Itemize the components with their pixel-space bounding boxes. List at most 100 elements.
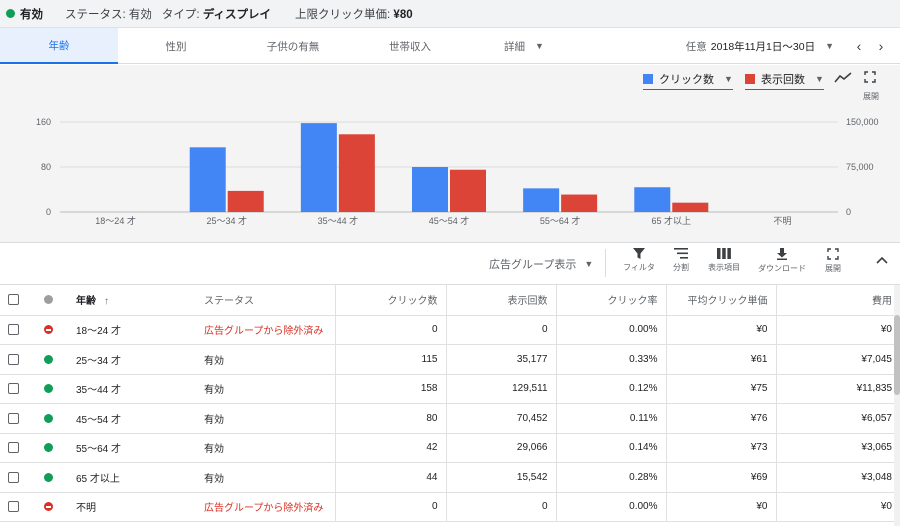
ctr-cell: 0.12% bbox=[555, 374, 666, 404]
row-status-dot-cell bbox=[36, 315, 68, 345]
enabled-status-icon[interactable] bbox=[44, 443, 53, 453]
row-checkbox[interactable] bbox=[8, 501, 19, 513]
next-period-icon[interactable]: › bbox=[870, 38, 892, 54]
download-button[interactable]: ダウンロード bbox=[757, 248, 807, 274]
clicks-cell: 0 bbox=[334, 492, 446, 522]
y-left-tick-label: 80 bbox=[41, 162, 51, 172]
impressions-cell: 15,542 bbox=[445, 462, 556, 493]
cost-cell: ¥11,835 bbox=[775, 374, 900, 404]
row-checkbox[interactable] bbox=[8, 412, 19, 424]
max-cpc-info: 上限クリック単価: ¥80 bbox=[295, 8, 413, 21]
table-row[interactable]: 不明 広告グループから除外済み 0 0 0.00% ¥0 ¥0 bbox=[0, 492, 900, 522]
date-range-label: 任意 bbox=[685, 40, 707, 53]
age-cell: 55～64 才 bbox=[68, 433, 196, 463]
enabled-status-dot bbox=[6, 9, 15, 18]
table-row[interactable]: 45～54 才有効 80 70,452 0.11% ¥76 ¥6,057 bbox=[0, 403, 900, 434]
x-tick-label: 25～34 才 bbox=[206, 215, 247, 226]
row-status-dot-cell bbox=[36, 403, 68, 434]
excluded-status-icon[interactable] bbox=[44, 325, 53, 335]
age-cell: 25～34 才 bbox=[68, 344, 196, 375]
clicks-column-header[interactable]: クリック数 bbox=[334, 285, 446, 316]
excluded-status-icon[interactable] bbox=[44, 502, 53, 512]
enabled-status-icon[interactable] bbox=[44, 472, 53, 482]
row-select-cell bbox=[0, 344, 36, 375]
select-all-cell bbox=[0, 285, 36, 316]
status-cell: 有効 bbox=[196, 403, 335, 434]
enabled-status-icon[interactable] bbox=[44, 413, 53, 423]
segment-icon bbox=[674, 248, 688, 259]
status-column-header[interactable]: ステータス bbox=[196, 285, 335, 316]
impressions-cell: 129,511 bbox=[445, 374, 556, 404]
table-row[interactable]: 55～64 才有効 42 29,066 0.14% ¥73 ¥3,065 bbox=[0, 433, 900, 463]
expand-icon bbox=[827, 248, 839, 260]
row-select-cell bbox=[0, 315, 36, 345]
cost-cell: ¥7,045 bbox=[775, 344, 900, 375]
row-checkbox[interactable] bbox=[8, 324, 19, 336]
age-cell: 35～44 才 bbox=[68, 374, 196, 404]
chevron-down-icon: ▼ bbox=[584, 259, 594, 269]
row-select-cell bbox=[0, 403, 36, 434]
expand-table-button[interactable]: 展開 bbox=[808, 248, 858, 274]
table-header-row: 年齢 ↑ ステータス クリック数 表示回数 クリック率 平均クリック単価 費用 bbox=[0, 285, 900, 316]
table-row[interactable]: 35～44 才有効 158 129,511 0.12% ¥75 ¥11,835 bbox=[0, 374, 900, 404]
avg-cpc-cell: ¥73 bbox=[665, 433, 776, 463]
download-icon bbox=[777, 248, 787, 260]
view-selector[interactable]: 広告グループ表示 ▼ bbox=[489, 256, 593, 272]
tab-household-income[interactable]: 世帯収入 bbox=[352, 28, 468, 64]
cost-cell: ¥6,057 bbox=[775, 403, 900, 434]
age-bar-chart: 0 80 160 0 75,000 150,000 18～24 才 25～34 才 35～44 … bbox=[36, 117, 879, 226]
enabled-status-icon[interactable] bbox=[44, 384, 53, 394]
cost-column-header[interactable]: 費用 bbox=[775, 285, 900, 316]
tab-parental-status[interactable]: 子供の有無 bbox=[234, 28, 352, 64]
avg-cpc-cell: ¥75 bbox=[665, 374, 776, 404]
status-cell: 有効 bbox=[196, 433, 335, 463]
avg-cpc-cell: ¥76 bbox=[665, 403, 776, 434]
row-checkbox[interactable] bbox=[8, 471, 19, 483]
clicks-bar bbox=[412, 167, 448, 212]
impressions-column-header[interactable]: 表示回数 bbox=[445, 285, 556, 316]
row-checkbox[interactable] bbox=[8, 383, 19, 395]
chevron-up-icon[interactable] bbox=[876, 256, 888, 264]
impressions-bar bbox=[672, 202, 709, 212]
clicks-cell: 42 bbox=[334, 433, 446, 463]
ctr-cell: 0.00% bbox=[555, 315, 666, 345]
tab-gender[interactable]: 性別 bbox=[118, 28, 234, 64]
x-tick-label: 不明 bbox=[773, 216, 791, 226]
row-checkbox[interactable] bbox=[8, 353, 19, 365]
toolbar-divider bbox=[605, 249, 606, 277]
date-range-value[interactable]: 2018年11月1日～30日 bbox=[711, 39, 815, 54]
avg-cpc-cell: ¥61 bbox=[665, 344, 776, 375]
table-row[interactable]: 25～34 才有効 115 35,177 0.33% ¥61 ¥7,045 bbox=[0, 344, 900, 375]
tab-age[interactable]: 年齢 bbox=[0, 28, 118, 64]
previous-period-icon[interactable]: ‹ bbox=[848, 38, 870, 54]
enabled-status-icon[interactable] bbox=[44, 354, 53, 364]
select-all-checkbox[interactable] bbox=[8, 294, 19, 306]
tab-more[interactable]: 詳細 ▼ bbox=[468, 28, 580, 64]
row-select-cell bbox=[0, 374, 36, 404]
columns-icon bbox=[717, 248, 731, 259]
row-checkbox[interactable] bbox=[8, 442, 19, 454]
ctr-cell: 0.33% bbox=[555, 344, 666, 375]
x-tick-label: 18～24 才 bbox=[95, 215, 136, 226]
scrollbar-thumb[interactable] bbox=[894, 315, 900, 395]
y-right-tick-label: 150,000 bbox=[846, 117, 879, 127]
status-bar: 有効 ステータス: 有効 タイプ: ディスプレイ 上限クリック単価: ¥80 bbox=[0, 0, 900, 28]
ctr-column-header[interactable]: クリック率 bbox=[555, 285, 666, 316]
age-cell: 不明 bbox=[68, 492, 196, 522]
columns-button[interactable]: 表示項目 bbox=[699, 248, 749, 273]
row-status-dot-cell bbox=[36, 433, 68, 463]
table-scrollbar[interactable] bbox=[894, 285, 900, 526]
date-range-dropdown-icon[interactable]: ▼ bbox=[825, 41, 834, 51]
cost-cell: ¥3,048 bbox=[775, 462, 900, 493]
ctr-cell: 0.11% bbox=[555, 403, 666, 434]
avg-cpc-cell: ¥69 bbox=[665, 462, 776, 493]
cost-cell: ¥0 bbox=[775, 315, 900, 345]
avg-cpc-column-header[interactable]: 平均クリック単価 bbox=[665, 285, 776, 316]
age-column-header[interactable]: 年齢 ↑ bbox=[68, 285, 196, 316]
row-select-cell bbox=[0, 433, 36, 463]
status-dot-icon bbox=[44, 295, 53, 305]
age-cell: 65 才以上 bbox=[68, 462, 196, 493]
table-row[interactable]: 65 才以上 有効 44 15,542 0.28% ¥69 ¥3,048 bbox=[0, 462, 900, 493]
status-dot-header bbox=[36, 285, 68, 316]
table-row[interactable]: 18～24 才広告グループから除外済み 0 0 0.00% ¥0 ¥0 bbox=[0, 315, 900, 345]
